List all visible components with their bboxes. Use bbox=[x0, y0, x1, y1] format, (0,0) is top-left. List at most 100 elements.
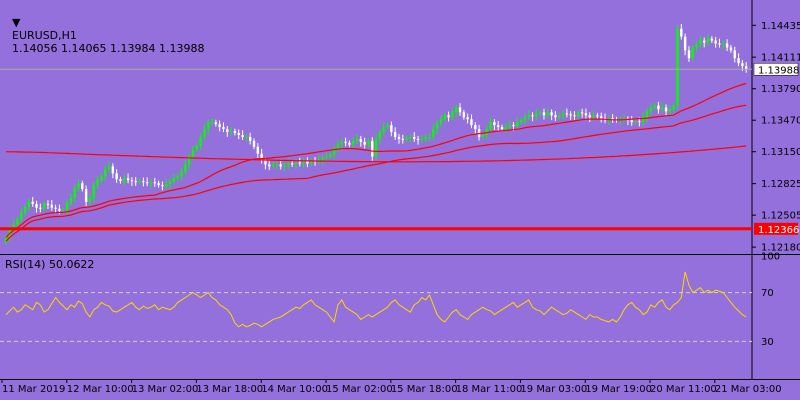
price-tick-label: 1.14435 bbox=[761, 21, 800, 32]
candle-body bbox=[92, 185, 95, 198]
candle-body bbox=[546, 112, 549, 116]
candle-body bbox=[252, 140, 256, 147]
candle-body bbox=[222, 127, 225, 130]
candle-body bbox=[371, 140, 374, 157]
candle-body bbox=[355, 138, 359, 141]
moving-average-fast bbox=[5, 82, 747, 238]
candle-body bbox=[306, 161, 309, 164]
candle-body bbox=[687, 50, 691, 59]
candle-body bbox=[180, 171, 183, 177]
candle-body bbox=[168, 181, 172, 185]
candle-body bbox=[88, 197, 92, 202]
candle-body bbox=[519, 120, 523, 123]
candle-body bbox=[645, 111, 649, 118]
candle-body bbox=[657, 105, 660, 110]
candle-body bbox=[237, 133, 240, 135]
candle-body bbox=[699, 40, 702, 45]
candle-body bbox=[661, 107, 664, 110]
candle-body bbox=[367, 140, 370, 145]
candle-body bbox=[523, 117, 527, 121]
candle-body bbox=[77, 183, 80, 189]
candle-body bbox=[256, 146, 260, 154]
candle-body bbox=[23, 206, 27, 213]
time-tick-label: 20 Mar 11:00 bbox=[650, 384, 717, 395]
time-tick-label: 15 Mar 18:00 bbox=[391, 384, 458, 395]
price-tick-label: 1.13150 bbox=[761, 147, 800, 158]
symbol-label: EURUSD,H1 bbox=[12, 29, 77, 42]
triangle-down-icon[interactable]: ▼ bbox=[12, 16, 20, 29]
candle-body bbox=[611, 118, 614, 120]
rsi-tick-label: 100 bbox=[761, 252, 780, 263]
candle-body bbox=[298, 162, 301, 164]
candle-body bbox=[100, 176, 103, 181]
candle-body bbox=[184, 164, 187, 172]
candle-body bbox=[592, 115, 595, 118]
time-tick-label: 11 Mar 2019 bbox=[2, 384, 65, 395]
candle-body bbox=[126, 178, 130, 181]
candle-body bbox=[630, 120, 633, 123]
candle-body bbox=[680, 28, 683, 37]
candle-body bbox=[409, 136, 412, 138]
price-tick-label: 1.13470 bbox=[761, 116, 800, 127]
candle-body bbox=[493, 122, 496, 126]
candle-body bbox=[512, 125, 515, 127]
candle-body bbox=[58, 208, 61, 211]
candle-body bbox=[565, 113, 569, 115]
candle-body bbox=[248, 136, 252, 141]
time-tick-label: 12 Mar 10:00 bbox=[67, 384, 134, 395]
candle-body bbox=[703, 40, 706, 43]
candle-body bbox=[561, 113, 565, 116]
candle-body bbox=[481, 134, 485, 137]
candles bbox=[4, 23, 748, 245]
candle-body bbox=[470, 119, 473, 126]
symbol-header: ▼ EURUSD,H1 1.14056 1.14065 1.13984 1.13… bbox=[5, 3, 204, 55]
price-tick-label: 1.12505 bbox=[761, 211, 800, 222]
candle-body bbox=[725, 43, 729, 48]
chart-area: 1.14435 1.14111 1.13790 1.13470 1.13150 1.128… bbox=[0, 0, 800, 395]
candle-body bbox=[668, 109, 672, 112]
candle-body bbox=[130, 180, 134, 182]
candle-body bbox=[104, 169, 107, 177]
candle-body bbox=[664, 107, 668, 112]
candle-body bbox=[508, 125, 511, 128]
candle-body bbox=[294, 162, 298, 165]
candle-body bbox=[466, 117, 469, 120]
candle-body bbox=[458, 107, 462, 113]
candle-body bbox=[191, 149, 195, 157]
candle-body bbox=[714, 40, 717, 44]
candle-body bbox=[676, 28, 679, 106]
candle-body bbox=[115, 173, 118, 180]
candle-body bbox=[554, 115, 557, 118]
candle-body bbox=[279, 164, 282, 167]
rsi-label: RSI(14) 50.0622 bbox=[5, 258, 95, 271]
candle-body bbox=[710, 38, 714, 41]
candle-body bbox=[145, 182, 149, 184]
time-tick-label: 15 Mar 02:00 bbox=[326, 384, 393, 395]
candle-body bbox=[489, 122, 492, 130]
candle-body bbox=[65, 202, 69, 210]
candle-body bbox=[741, 63, 744, 67]
candle-body bbox=[165, 184, 168, 187]
current-price-label: 1.13988 bbox=[758, 65, 799, 76]
time-tick-label: 14 Mar 10:00 bbox=[261, 384, 328, 395]
candle-body bbox=[149, 182, 153, 184]
candle-body bbox=[401, 138, 404, 140]
candle-body bbox=[683, 36, 687, 51]
candle-body bbox=[397, 136, 401, 139]
candle-body bbox=[596, 115, 599, 117]
candle-body bbox=[420, 138, 424, 140]
candle-body bbox=[340, 141, 343, 145]
candle-body bbox=[195, 145, 198, 150]
candle-body bbox=[336, 144, 340, 149]
candle-body bbox=[691, 47, 694, 59]
candle-body bbox=[321, 157, 324, 160]
candle-body bbox=[531, 115, 534, 117]
candle-body bbox=[447, 115, 450, 118]
candle-body bbox=[729, 47, 733, 51]
candle-body bbox=[111, 166, 115, 174]
candle-body bbox=[638, 121, 641, 123]
time-tick-label: 21 Mar 03:00 bbox=[715, 384, 782, 395]
candle-body bbox=[42, 203, 46, 209]
candle-body bbox=[207, 122, 210, 130]
candle-body bbox=[157, 183, 160, 186]
